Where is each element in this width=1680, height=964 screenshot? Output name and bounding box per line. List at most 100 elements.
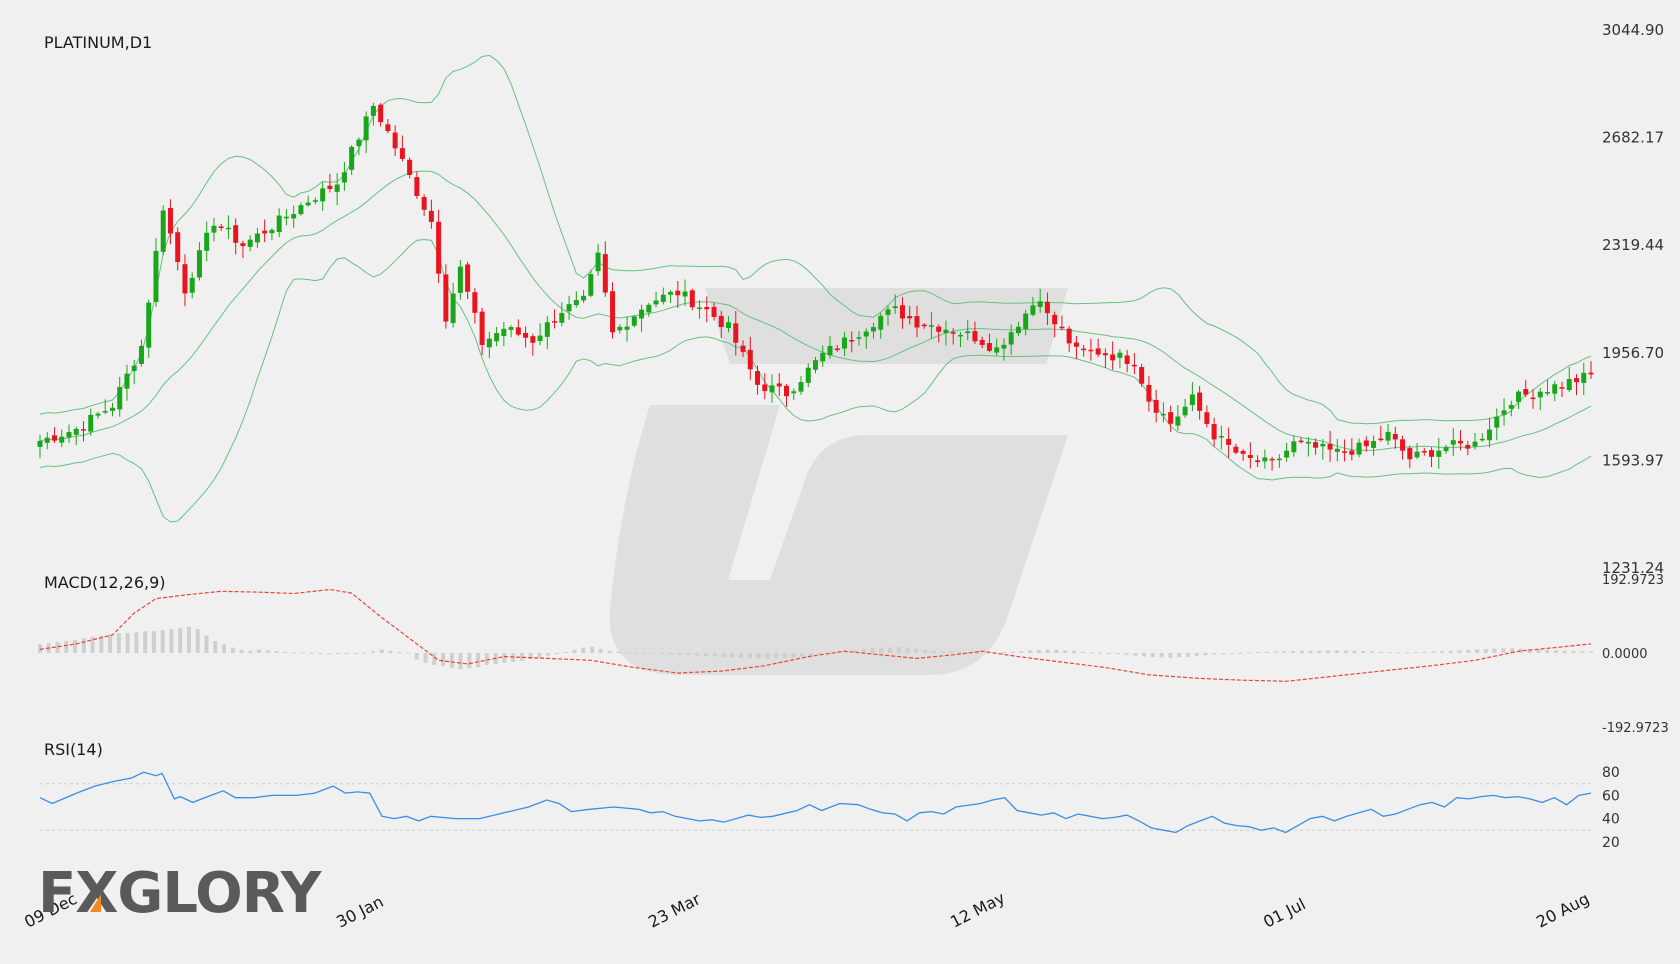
macd-hist-bar: [1413, 652, 1418, 654]
macd-hist-bar: [335, 653, 340, 654]
watermark-logo: [609, 288, 1068, 675]
macd-hist-bar: [467, 653, 472, 669]
candle-body: [1494, 416, 1500, 428]
macd-hist-bar: [1343, 650, 1348, 653]
macd-hist-bar: [1326, 650, 1331, 653]
macd-hist-bar: [1291, 651, 1296, 653]
rsi-tick-label: 40: [1602, 812, 1620, 828]
candle-body: [950, 332, 956, 334]
candle-body: [1516, 391, 1522, 403]
macd-hist-bar: [423, 653, 428, 663]
macd-hist-bar: [879, 647, 884, 653]
candle-body: [617, 326, 623, 331]
price-tick-label: 1593.97: [1602, 451, 1664, 469]
macd-hist-bar: [160, 630, 165, 653]
candle-body: [240, 243, 246, 246]
macd-hist-bar: [1352, 650, 1357, 653]
macd-hist-bar: [949, 651, 954, 653]
macd-hist-bar: [1440, 651, 1445, 653]
macd-hist-bar: [633, 652, 638, 654]
macd-hist-bar: [1185, 653, 1190, 657]
candle-body: [1059, 326, 1065, 329]
macd-hist-bar: [1536, 649, 1541, 653]
candle-body: [936, 326, 942, 332]
candle-body: [1385, 431, 1391, 441]
candle-body: [530, 336, 536, 343]
macd-hist-bar: [1308, 650, 1313, 653]
macd-hist-bar: [327, 653, 332, 654]
candle-body: [189, 277, 195, 293]
candle-body: [88, 414, 94, 432]
candle-body: [320, 188, 326, 202]
candle-body: [146, 302, 152, 348]
candle-body: [1247, 455, 1253, 458]
candle-body: [1081, 348, 1087, 351]
candle-body: [1392, 433, 1398, 440]
macd-hist-bar: [975, 652, 980, 654]
date-tick-label: 30 Jan: [333, 892, 386, 932]
candle-body: [1269, 458, 1275, 461]
macd-hist-bar: [1369, 651, 1374, 653]
macd-hist-bar: [686, 653, 691, 656]
date-tick-label: 01 Jul: [1260, 894, 1308, 931]
chart-root: PLATINUM,D1 3044.90 2682.17 2319.44 1956.70…: [0, 0, 1680, 960]
candle-body: [791, 391, 797, 394]
candle-body: [733, 323, 739, 343]
logo-text: FXGLORY: [38, 861, 323, 926]
candle-body: [660, 294, 666, 302]
macd-hist-bar: [143, 631, 148, 653]
candle-body: [508, 327, 514, 330]
macd-hist-bar: [1457, 650, 1462, 653]
macd-hist-bar: [572, 649, 577, 653]
macd-hist-bar: [476, 653, 481, 668]
candle-body: [305, 202, 311, 206]
macd-hist-bar: [870, 648, 875, 653]
candle-body: [131, 365, 137, 372]
macd-hist-bar: [1256, 651, 1261, 653]
candle-body: [1421, 451, 1427, 453]
macd-hist-bar: [1203, 653, 1208, 656]
candle-body: [1262, 457, 1268, 462]
macd-hist-bar: [1229, 653, 1234, 654]
candle-body: [378, 104, 384, 123]
macd-hist-bar: [1212, 653, 1217, 655]
candle-body: [262, 230, 268, 234]
macd-hist-bar: [800, 653, 805, 657]
macd-hist-bar: [555, 653, 559, 655]
macd-hist-bar: [151, 631, 156, 653]
candle-body: [399, 148, 405, 159]
macd-hist-bar: [449, 653, 454, 669]
candle-body: [1197, 392, 1203, 411]
candle-body: [436, 221, 442, 274]
candle-body: [914, 316, 920, 328]
macd-hist-bar: [1072, 650, 1076, 653]
candle-body: [870, 327, 876, 332]
price-tick-label: 3044.90: [1602, 21, 1664, 39]
candle-body: [1305, 441, 1311, 444]
macd-hist-bar: [1501, 648, 1506, 653]
candle-body: [1131, 364, 1137, 367]
candle-body: [885, 309, 891, 315]
candle-body: [1523, 389, 1529, 395]
macd-hist-bar: [309, 652, 314, 654]
candle-body: [363, 116, 369, 141]
macd-hist-bar: [1238, 652, 1243, 654]
macd-hist-bar: [739, 653, 744, 658]
macd-hist-bar: [1422, 651, 1427, 653]
candle-body: [479, 311, 485, 346]
candle-body: [501, 328, 507, 337]
candle-body: [726, 322, 732, 328]
macd-hist-bar: [958, 652, 963, 654]
candle-body: [921, 324, 927, 327]
candle-body: [1291, 441, 1297, 453]
candle-body: [1537, 391, 1543, 398]
price-tick-label: 2682.17: [1602, 129, 1664, 147]
macd-hist-bar: [1571, 651, 1576, 653]
candle-body: [1204, 412, 1210, 424]
candle-body: [1436, 450, 1442, 457]
candle-body: [95, 413, 101, 416]
candle-body: [276, 215, 282, 232]
macd-hist-bar: [1299, 650, 1304, 653]
candle-body: [1276, 458, 1282, 461]
macd-hist-bar: [1080, 651, 1085, 653]
